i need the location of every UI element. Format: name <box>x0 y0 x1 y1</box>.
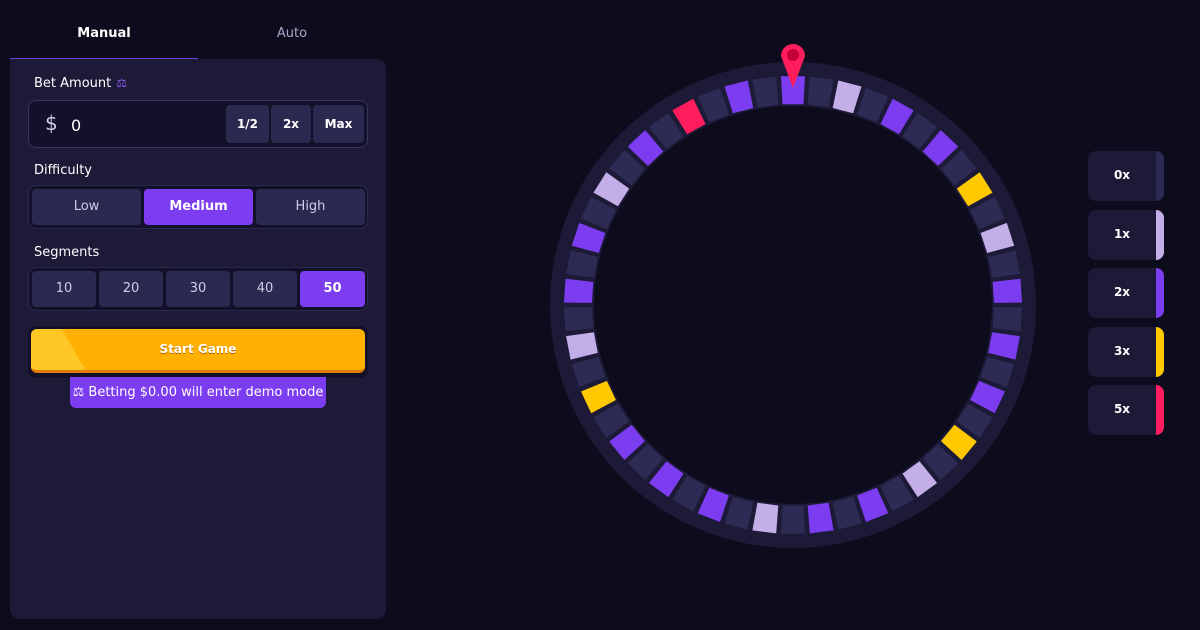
multiplier-color-stripe <box>1156 385 1164 435</box>
segments-selector: 10 20 30 40 50 <box>28 267 368 311</box>
demo-mode-notice: ⚖ Betting $0.00 will enter demo mode <box>70 377 326 408</box>
difficulty-high-button[interactable]: High <box>256 189 365 225</box>
wheel-center <box>594 106 992 504</box>
bet-amount-label: Bet Amount ⚖ <box>34 76 127 91</box>
multiplier-0x[interactable]: 0x <box>1088 151 1164 201</box>
multiplier-label: 1x <box>1113 227 1131 241</box>
joystick-icon: ⚖ <box>116 76 127 90</box>
control-panel: Bet Amount ⚖ $ 1/2 2x Max Difficulty Low … <box>10 59 386 619</box>
difficulty-selector: Low Medium High <box>28 185 368 229</box>
start-game-button[interactable]: Start Game <box>31 329 365 373</box>
wheel-segment <box>564 278 594 303</box>
multiplier-label: 3x <box>1113 344 1131 358</box>
multiplier-color-stripe <box>1156 327 1164 377</box>
multiplier-label: 5x <box>1113 402 1131 416</box>
start-game-label: Start Game <box>159 342 237 356</box>
segments-20-button[interactable]: 20 <box>99 271 163 307</box>
wheel-segment <box>564 307 594 332</box>
multiplier-1x[interactable]: 1x <box>1088 210 1164 260</box>
wheel-segment <box>992 278 1022 303</box>
segments-50-button[interactable]: 50 <box>300 271 365 307</box>
bet-amount-field: $ 1/2 2x Max <box>28 100 368 148</box>
bet-amount-input[interactable] <box>69 109 213 141</box>
wheel-segment <box>992 307 1022 332</box>
multiplier-color-stripe <box>1156 268 1164 318</box>
mode-tabs: Manual Auto <box>10 14 386 60</box>
segments-40-button[interactable]: 40 <box>233 271 297 307</box>
difficulty-label: Difficulty <box>34 163 92 178</box>
multiplier-3x[interactable]: 3x <box>1088 327 1164 377</box>
tab-manual[interactable]: Manual <box>10 14 198 60</box>
joystick-icon: ⚖ <box>72 385 85 400</box>
segments-label: Segments <box>34 245 100 260</box>
double-bet-button[interactable]: 2x <box>271 105 311 143</box>
wheel <box>550 44 1036 548</box>
multiplier-color-stripe <box>1156 210 1164 260</box>
tab-auto[interactable]: Auto <box>198 14 386 58</box>
demo-mode-text: Betting $0.00 will enter demo mode <box>88 385 324 400</box>
wheel-segment <box>781 505 805 534</box>
multiplier-5x[interactable]: 5x <box>1088 385 1164 435</box>
half-bet-button[interactable]: 1/2 <box>226 105 269 143</box>
multiplier-2x[interactable]: 2x <box>1088 268 1164 318</box>
segments-10-button[interactable]: 10 <box>32 271 96 307</box>
multiplier-label: 2x <box>1113 285 1131 299</box>
difficulty-medium-button[interactable]: Medium <box>144 189 253 225</box>
max-bet-button[interactable]: Max <box>313 105 364 143</box>
dollar-icon: $ <box>45 111 58 135</box>
multiplier-color-stripe <box>1156 151 1164 201</box>
bet-amount-label-text: Bet Amount <box>34 76 112 91</box>
multiplier-label: 0x <box>1113 168 1131 182</box>
start-game-wrapper: Start Game <box>28 326 368 378</box>
segments-30-button[interactable]: 30 <box>166 271 230 307</box>
difficulty-low-button[interactable]: Low <box>32 189 141 225</box>
